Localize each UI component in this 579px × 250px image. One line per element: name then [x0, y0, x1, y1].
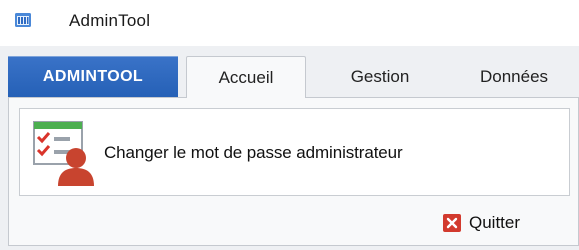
app-grid-icon	[15, 13, 31, 27]
quit-label: Quitter	[469, 213, 521, 232]
change-password-button[interactable]: Changer le mot de passe administrateur	[19, 108, 570, 196]
window-title: AdminTool	[69, 11, 151, 30]
quit-button[interactable]: Quitter	[443, 208, 547, 238]
tab-gestion[interactable]: Gestion	[320, 56, 440, 98]
ribbon: ADMINTOOL Accueil Gestion Données Change…	[0, 46, 579, 250]
checklist-user-icon	[33, 121, 94, 186]
title-bar: AdminTool	[0, 0, 579, 46]
app-menu-tab[interactable]: ADMINTOOL	[8, 56, 178, 98]
tab-accueil[interactable]: Accueil	[186, 56, 306, 98]
ribbon-tabstrip: ADMINTOOL Accueil Gestion Données	[0, 46, 579, 98]
close-icon	[443, 214, 461, 232]
ribbon-panel: Changer le mot de passe administrateur Q…	[8, 97, 579, 246]
tab-donnees[interactable]: Données	[462, 56, 579, 98]
change-password-label: Changer le mot de passe administrateur	[104, 143, 403, 162]
